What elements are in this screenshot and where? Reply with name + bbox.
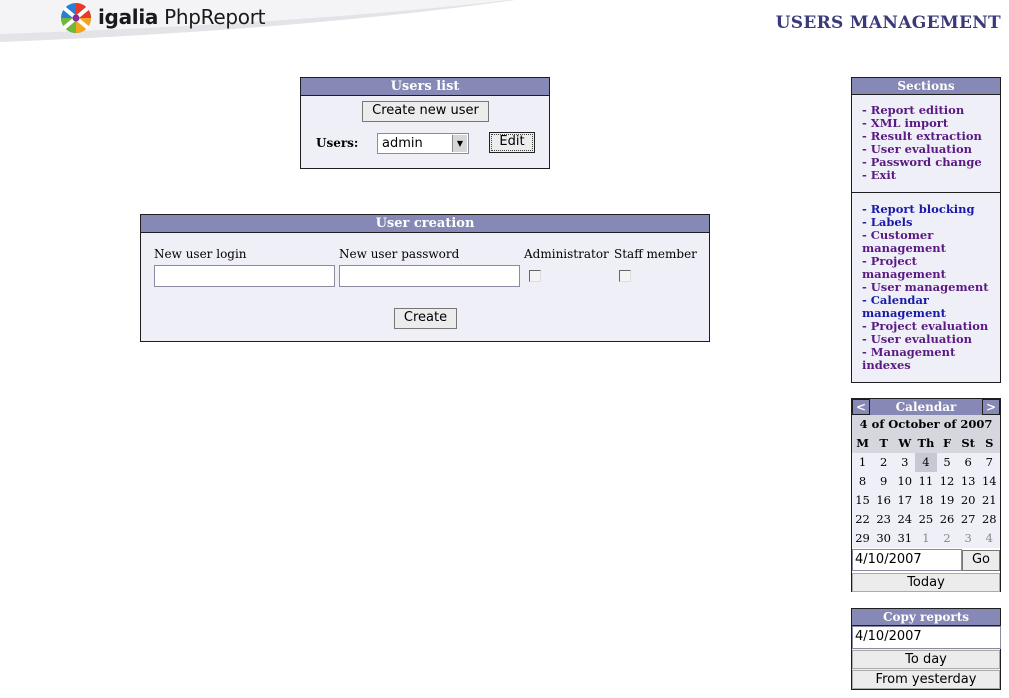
nav-customer-management[interactable]: - Customer management [862,229,972,255]
calendar-day[interactable]: 7 [978,453,1000,472]
calendar-day[interactable]: 3 [957,529,979,548]
calendar-day[interactable]: 20 [957,491,979,510]
calendar-week-row: 1234567 [852,453,1000,472]
igalia-logo-icon [61,3,91,33]
nav-calendar-management[interactable]: - Calendar management [862,294,962,320]
new-user-login-input[interactable] [154,265,335,287]
calendar-day[interactable]: 14 [978,472,1000,491]
calendar-day[interactable]: 29 [852,529,874,548]
calendar-day[interactable]: 19 [936,491,958,510]
staff-member-label: Staff member [614,247,697,261]
copy-reports-date-input[interactable]: 4/10/2007 [852,626,1001,649]
calendar-weekday: St [957,434,979,453]
calendar-day[interactable]: 28 [978,510,1000,529]
calendar-next-button[interactable]: > [982,399,1000,415]
calendar-day[interactable]: 4 [915,453,937,472]
calendar-go-button[interactable]: Go [962,550,1000,571]
logo-brand: igalia [98,5,159,29]
calendar-day[interactable]: 18 [915,491,937,510]
sections-divider [852,192,1000,193]
dropdown-arrow-icon[interactable]: ▼ [452,135,467,152]
calendar-day[interactable]: 30 [873,529,895,548]
calendar-title: Calendar [895,400,957,414]
calendar-day[interactable]: 22 [852,510,874,529]
users-select-value: admin [382,136,423,151]
calendar-grid: M T W Th F St S 1 2 3 4 5 6 7 8 9 10 11 12 13 14 15 16 17 18 19 20… [852,434,1000,548]
calendar-date-input[interactable]: 4/10/2007 [852,549,962,571]
calendar-weekday-row: M T W Th F St S [852,434,1000,453]
calendar-day[interactable]: 31 [894,529,916,548]
calendar-prev-button[interactable]: < [852,399,870,415]
copy-from-yesterday-button[interactable]: From yesterday [852,670,1000,689]
calendar-weekday: Th [915,434,937,453]
calendar-day[interactable]: 21 [978,491,1000,510]
users-label: Users: [316,136,359,150]
calendar-today-button[interactable]: Today [852,573,1000,592]
calendar-day[interactable]: 8 [852,472,874,491]
users-list-panel: Users list Create new user Users: admin … [300,77,550,169]
calendar-day[interactable]: 24 [894,510,916,529]
calendar-day[interactable]: 3 [894,453,916,472]
create-user-button[interactable]: Create [394,308,457,329]
copy-to-day-button[interactable]: To day [852,650,1000,669]
nav-project-management[interactable]: - Project management [862,255,962,281]
calendar-day[interactable]: 13 [957,472,979,491]
copy-reports-title: Copy reports [852,609,1000,626]
sections-title: Sections [852,78,1000,95]
administrator-label: Administrator [524,247,609,261]
calendar-weekday: T [873,434,895,453]
calendar-week-row: 15 16 17 18 19 20 21 [852,491,1000,510]
calendar-header: Calendar [852,399,1000,415]
calendar-day[interactable]: 26 [936,510,958,529]
calendar-day[interactable]: 6 [957,453,979,472]
nav-management-indexes[interactable]: - Management indexes [862,346,972,372]
copy-reports-panel: Copy reports 4/10/2007 To day From yeste… [851,608,1001,690]
calendar-day[interactable]: 16 [873,491,895,510]
calendar-day[interactable]: 1 [852,453,874,472]
logo-product: PhpReport [164,5,266,29]
calendar-day[interactable]: 2 [936,529,958,548]
new-user-password-label: New user password [339,247,460,261]
calendar-weekday: F [936,434,958,453]
calendar-day[interactable]: 25 [915,510,937,529]
calendar-day[interactable]: 11 [915,472,937,491]
user-creation-title: User creation [141,215,709,233]
calendar-day[interactable]: 4 [978,529,1000,548]
calendar-week-row: 22 23 24 25 26 27 28 [852,510,1000,529]
calendar-day[interactable]: 17 [894,491,916,510]
calendar-weekday: W [894,434,916,453]
calendar-day[interactable]: 9 [873,472,895,491]
calendar-weekday: S [978,434,1000,453]
administrator-checkbox[interactable] [529,270,541,282]
create-new-user-button[interactable]: Create new user [362,101,489,122]
calendar-day[interactable]: 23 [873,510,895,529]
calendar-date-title: 4 of October of 2007 [852,415,1000,434]
calendar-weekday: M [852,434,874,453]
calendar-panel: Calendar < > 4 of October of 2007 M T W Th F… [851,398,1001,592]
users-list-title: Users list [301,78,549,96]
calendar-week-row: 29 30 31 1 2 3 4 [852,529,1000,548]
app-logo-text: igalia PhpReport [98,5,265,29]
calendar-day[interactable]: 12 [936,472,958,491]
page-title: USERS MANAGEMENT [775,13,1001,33]
calendar-week-row: 8 9 10 11 12 13 14 [852,472,1000,491]
calendar-day[interactable]: 10 [894,472,916,491]
users-select[interactable]: admin ▼ [377,133,469,154]
new-user-password-input[interactable] [339,265,520,287]
calendar-day[interactable]: 5 [936,453,958,472]
sections-panel: Sections - Report edition - XML import -… [851,77,1001,383]
edit-user-button[interactable]: Edit [489,132,535,153]
calendar-day[interactable]: 1 [915,529,937,548]
calendar-day[interactable]: 27 [957,510,979,529]
new-user-login-label: New user login [154,247,247,261]
user-creation-panel: User creation New user login New user pa… [140,214,710,342]
calendar-day[interactable]: 2 [873,453,895,472]
nav-exit[interactable]: - Exit [862,169,896,182]
staff-member-checkbox[interactable] [619,270,631,282]
calendar-day[interactable]: 15 [852,491,874,510]
